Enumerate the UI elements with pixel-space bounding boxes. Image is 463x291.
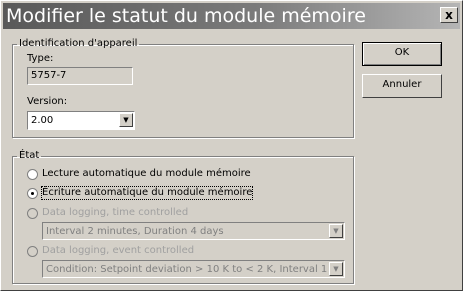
type-value: 5757-7 — [31, 70, 67, 81]
radio-data-logging-event[interactable] — [27, 246, 38, 257]
close-button[interactable]: x — [440, 7, 458, 23]
cancel-button[interactable]: Annuler — [362, 74, 442, 98]
dialog-window: Modifier le statut du module mémoire x I… — [0, 0, 463, 291]
radio-write-auto[interactable] — [27, 188, 38, 199]
radio-write-auto-label[interactable]: Écriture automatique du module mémoire — [40, 186, 254, 200]
event-condition-select[interactable]: Condition: Setpoint deviation > 10 K to … — [42, 260, 345, 278]
version-select[interactable]: 2.00 ▼ — [27, 111, 135, 130]
event-condition-value: Condition: Setpoint deviation > 10 K to … — [46, 264, 328, 275]
radio-read-auto-label[interactable]: Lecture automatique du module mémoire — [42, 168, 251, 180]
chevron-down-icon[interactable]: ▼ — [329, 224, 343, 238]
type-label: Type: — [27, 53, 54, 64]
chevron-down-icon[interactable]: ▼ — [329, 262, 343, 276]
ok-button-label: OK — [394, 47, 410, 58]
cancel-button-label: Annuler — [382, 79, 422, 90]
chevron-down-icon[interactable]: ▼ — [119, 113, 133, 127]
time-interval-value: Interval 2 minutes, Duration 4 days — [46, 226, 224, 237]
radio-selected-dot — [31, 192, 34, 195]
radio-data-logging-event-label[interactable]: Data logging, event controlled — [42, 245, 194, 257]
radio-read-auto[interactable] — [27, 169, 38, 180]
identification-legend: Identification d'appareil — [19, 38, 138, 49]
ok-button[interactable]: OK — [362, 42, 442, 66]
time-interval-select[interactable]: Interval 2 minutes, Duration 4 days ▼ — [42, 222, 345, 240]
type-field: 5757-7 — [27, 67, 133, 85]
radio-data-logging-time[interactable] — [27, 208, 38, 219]
dialog-title: Modifier le statut du module mémoire — [6, 5, 366, 27]
title-bar[interactable]: Modifier le statut du module mémoire x — [3, 3, 460, 29]
state-legend: État — [19, 150, 40, 161]
version-label: Version: — [27, 96, 68, 107]
radio-data-logging-time-label[interactable]: Data logging, time controlled — [42, 207, 188, 219]
close-icon: x — [445, 8, 453, 22]
version-value: 2.00 — [31, 115, 54, 126]
